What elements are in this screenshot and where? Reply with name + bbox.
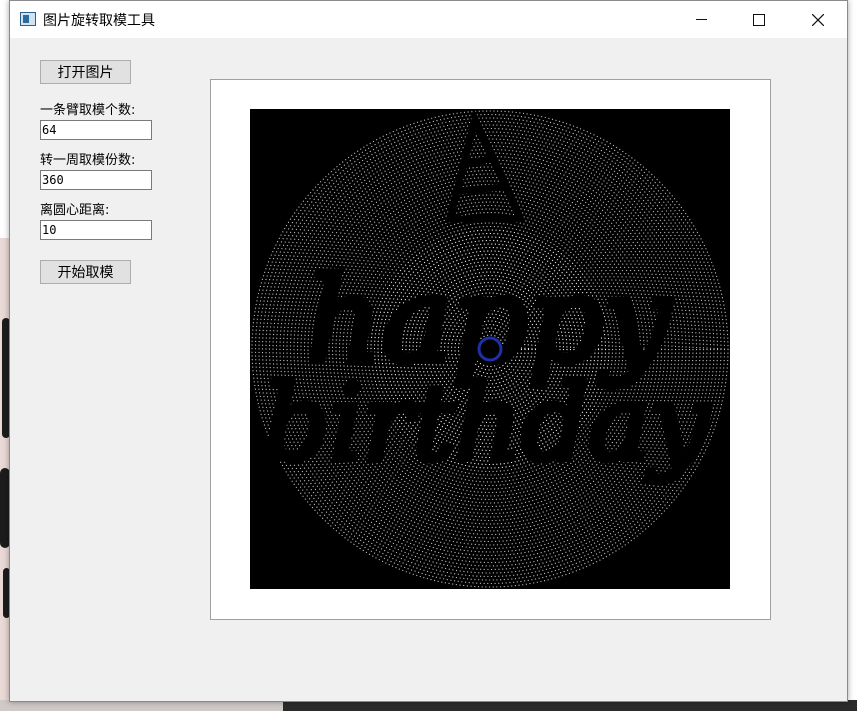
app-window: 图片旋转取模工具 打开图片 一条臂取模个数: 64 转一周取模份数: 360 离… [9, 0, 848, 702]
maximize-button[interactable] [730, 1, 788, 38]
title-bar[interactable]: 图片旋转取模工具 [10, 1, 847, 38]
per-rotation-label: 转一周取模份数: [40, 153, 136, 168]
app-window-icon [20, 12, 36, 26]
center-point-dot [482, 341, 498, 357]
arm-count-input[interactable]: 64 [40, 120, 152, 140]
maximize-icon [753, 13, 765, 26]
rotation-sampling-preview: happy birthday [251, 109, 729, 588]
center-distance-label: 离圆心距离: [40, 203, 110, 218]
preview-frame: happy birthday [210, 79, 771, 620]
minimize-button[interactable] [672, 1, 730, 38]
preview-image: happy birthday [250, 109, 730, 589]
close-icon [812, 13, 824, 26]
start-sampling-button[interactable]: 开始取模 [40, 260, 131, 284]
preview-text-line-2: birthday [263, 362, 710, 484]
per-rotation-input[interactable]: 360 [40, 170, 152, 190]
window-title: 图片旋转取模工具 [43, 13, 155, 29]
close-button[interactable] [789, 1, 847, 38]
minimize-icon [695, 19, 707, 20]
center-distance-input[interactable]: 10 [40, 220, 152, 240]
arm-count-label: 一条臂取模个数: [40, 103, 136, 118]
open-image-button[interactable]: 打开图片 [40, 60, 131, 84]
